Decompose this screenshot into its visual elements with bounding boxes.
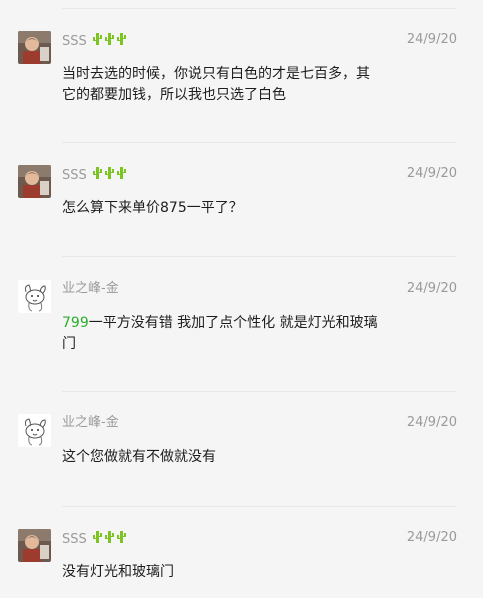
avatar[interactable]: [18, 31, 51, 64]
author-name: 业之峰-金: [62, 415, 119, 430]
avatar[interactable]: [18, 165, 51, 198]
divider: [62, 142, 456, 143]
author-name: SSS: [62, 32, 127, 51]
cactus-icon: [92, 530, 103, 549]
comment-text: 799一平方没有错 我加了点个性化 就是灯光和玻璃门: [62, 313, 382, 355]
comment-text-body: 一平方没有错 我加了点个性化 就是灯光和玻璃门: [62, 315, 378, 352]
cactus-icon: [116, 166, 127, 185]
cactus-icon: [116, 32, 127, 51]
divider: [62, 8, 456, 9]
avatar[interactable]: [18, 280, 51, 313]
avatar[interactable]: [18, 414, 51, 447]
comment-date: 24/9/20: [406, 166, 457, 181]
author-name-text: SSS: [62, 168, 87, 183]
cactus-icon: [92, 32, 103, 51]
author-name: SSS: [62, 166, 127, 185]
comment-text: 这个您做就有不做就没有: [62, 449, 216, 465]
comment-date: 24/9/20: [406, 281, 457, 296]
author-name: SSS: [62, 530, 127, 549]
comment-text: 怎么算下来单价875一平了？: [62, 200, 243, 216]
author-name: 业之峰-金: [62, 281, 119, 296]
avatar[interactable]: [18, 529, 51, 562]
cactus-icon: [104, 166, 115, 185]
cactus-icon: [104, 530, 115, 549]
price-highlight: 799: [62, 315, 89, 331]
cactus-icon: [116, 530, 127, 549]
comment-date: 24/9/20: [406, 415, 457, 430]
cactus-icon: [104, 32, 115, 51]
comment-text: 当时去选的时候，你说只有白色的才是七百多，其它的都要加钱，所以我也只选了白色: [62, 66, 370, 103]
divider: [62, 391, 456, 392]
comment-date: 24/9/20: [406, 32, 457, 47]
comment-text: 没有灯光和玻璃门: [62, 564, 174, 580]
divider: [62, 256, 456, 257]
comment-date: 24/9/20: [406, 530, 457, 545]
divider: [62, 506, 456, 507]
cactus-icon: [92, 166, 103, 185]
comment-list: SSS 24/9/20 当时去选的时候，你说只有白色的才是七百多，其它的都要加钱…: [0, 0, 483, 598]
author-name-text: SSS: [62, 34, 87, 49]
author-name-text: SSS: [62, 532, 87, 547]
